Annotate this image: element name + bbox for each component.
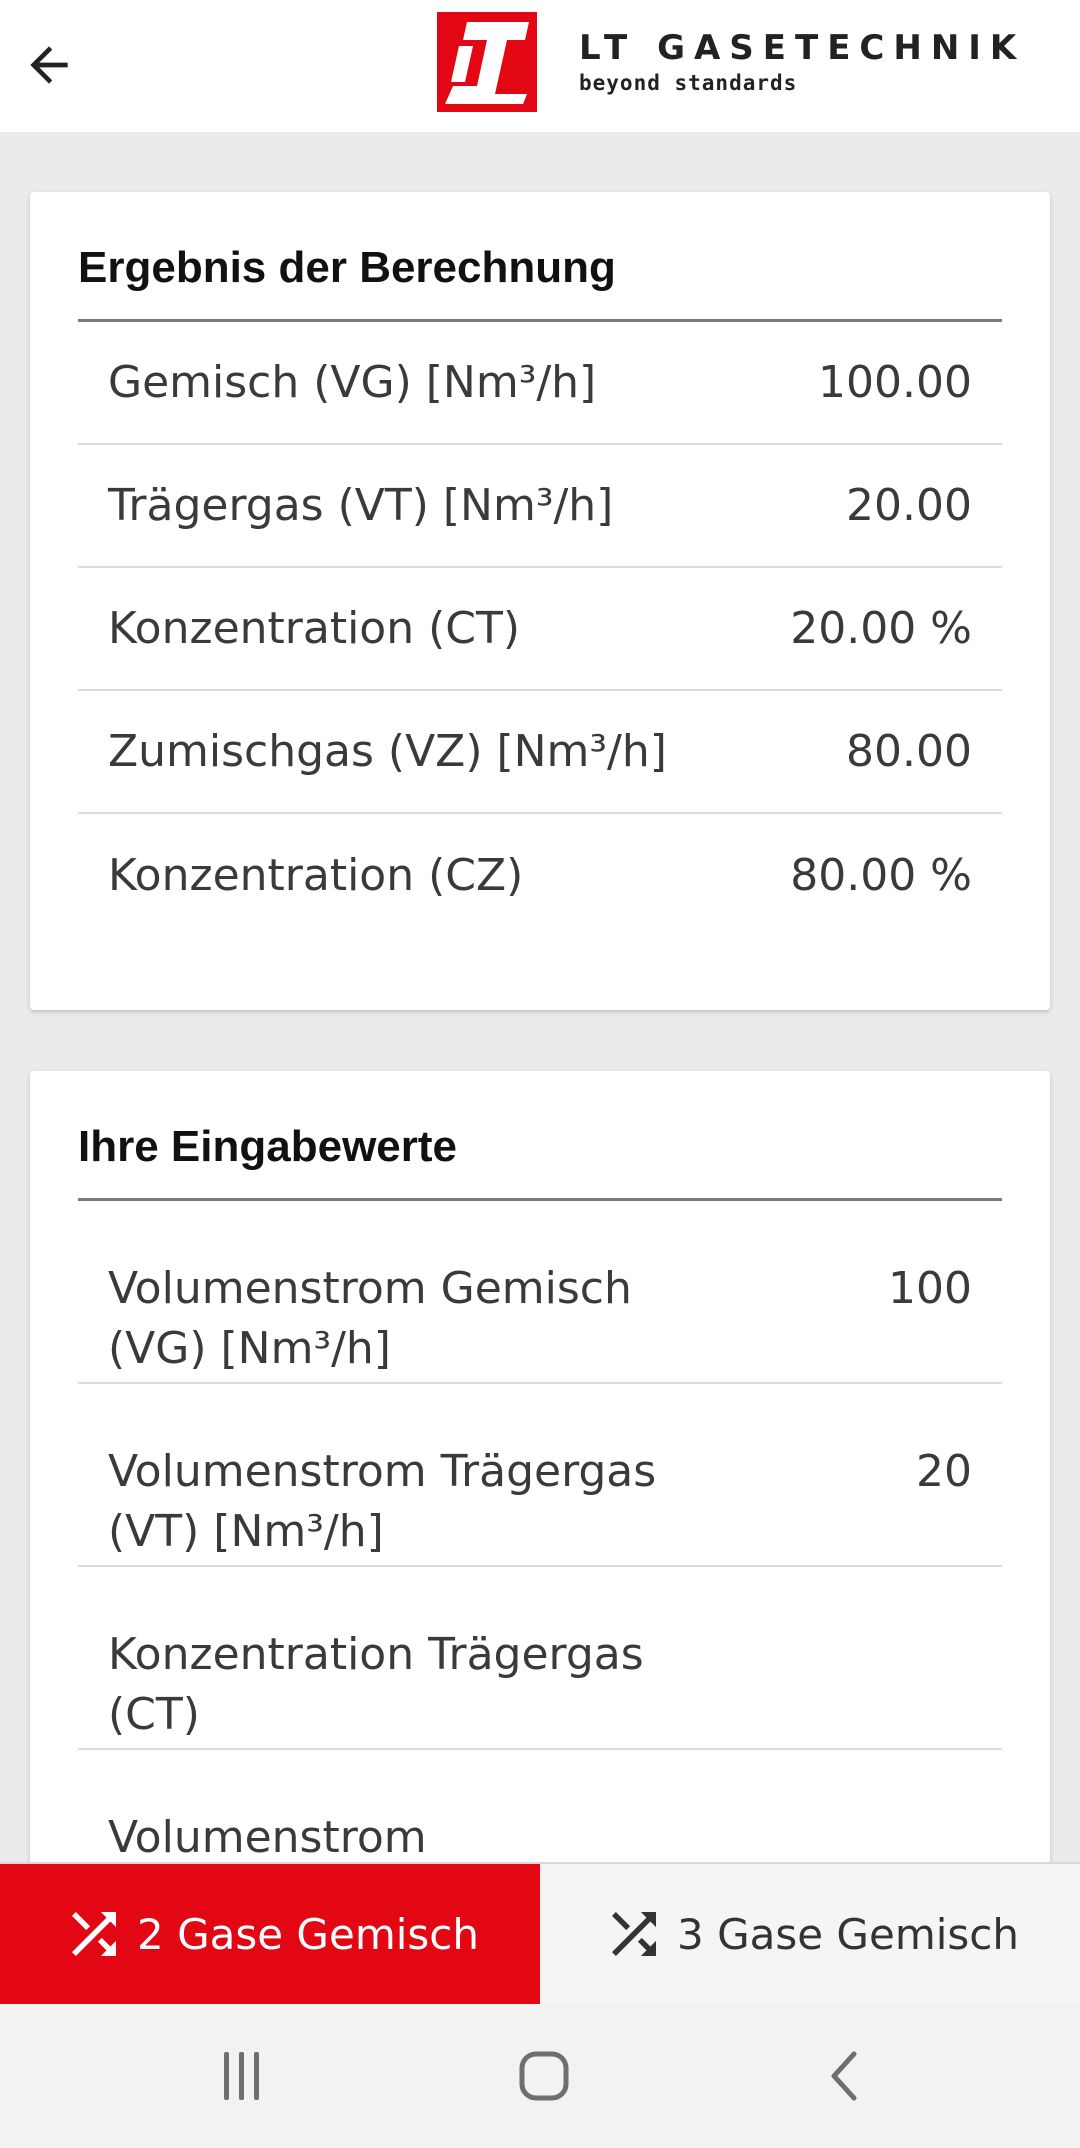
- input-label: Volumenstrom: [108, 1812, 427, 1863]
- results-title: Ergebnis der Berechnung: [78, 192, 1002, 322]
- input-label: Konzentration Trägergas (CT): [108, 1629, 644, 1740]
- input-label: Volumenstrom Trägergas (VT) [Nm³/h]: [108, 1446, 657, 1557]
- result-value: 20.00 %: [790, 603, 972, 654]
- result-row-konzentration-ct: Konzentration (CT) 20.00 %: [78, 568, 1002, 691]
- result-row-traegergas: Trägergas (VT) [Nm³/h] 20.00: [78, 445, 1002, 568]
- results-card: Ergebnis der Berechnung Gemisch (VG) [Nm…: [30, 192, 1050, 1010]
- result-row-konzentration-cz: Konzentration (CZ) 80.00 %: [78, 814, 1002, 937]
- inputs-title: Ihre Eingabewerte: [78, 1071, 1002, 1201]
- input-row-konzentration-traegergas: Konzentration Trägergas (CT): [78, 1567, 1002, 1750]
- back-button[interactable]: [14, 30, 84, 100]
- inputs-card: Ihre Eingabewerte Volumenstrom Gemisch (…: [30, 1071, 1050, 1871]
- input-value: 100: [888, 1263, 972, 1314]
- input-row-volumenstrom-traegergas: Volumenstrom Trägergas (VT) [Nm³/h] 20: [78, 1384, 1002, 1567]
- result-label: Konzentration (CT): [108, 603, 521, 654]
- result-value: 20.00: [846, 480, 972, 531]
- result-label: Konzentration (CZ): [108, 850, 524, 901]
- result-label: Trägergas (VT) [Nm³/h]: [108, 480, 614, 531]
- system-back-button[interactable]: [806, 2046, 886, 2106]
- home-icon: [519, 2051, 569, 2101]
- result-row-gemisch: Gemisch (VG) [Nm³/h] 100.00: [78, 322, 1002, 445]
- brand-text: LT GASETECHNIK beyond standards: [579, 28, 1025, 96]
- shuffle-icon: [601, 1901, 667, 1967]
- chevron-left-icon: [831, 2051, 857, 2101]
- recents-icon: [224, 2052, 259, 2100]
- app-header: LT GASETECHNIK beyond standards: [0, 0, 1080, 132]
- tab-label: 2 Gase Gemisch: [137, 1909, 479, 1959]
- arrow-left-icon: [30, 46, 68, 84]
- result-label: Zumischgas (VZ) [Nm³/h]: [108, 726, 667, 777]
- recents-button[interactable]: [202, 2046, 282, 2106]
- tab-3-gase-gemisch[interactable]: 3 Gase Gemisch: [540, 1864, 1080, 2004]
- shuffle-icon: [61, 1901, 127, 1967]
- bottom-tab-bar: 2 Gase Gemisch 3 Gase Gemisch: [0, 1862, 1080, 2004]
- result-value: 80.00 %: [790, 850, 972, 901]
- brand-name: LT GASETECHNIK: [579, 28, 1026, 68]
- tab-label: 3 Gase Gemisch: [677, 1909, 1019, 1959]
- brand-logo: [437, 12, 537, 112]
- input-value: 20: [916, 1446, 972, 1497]
- input-label: Volumenstrom Gemisch (VG) [Nm³/h]: [108, 1263, 632, 1374]
- home-button[interactable]: [504, 2046, 584, 2106]
- result-label: Gemisch (VG) [Nm³/h]: [108, 357, 597, 408]
- brand-logo-group: LT GASETECHNIK beyond standards: [437, 12, 1025, 112]
- result-value: 100.00: [818, 357, 972, 408]
- result-value: 80.00: [846, 726, 972, 777]
- tab-2-gase-gemisch[interactable]: 2 Gase Gemisch: [0, 1864, 540, 2004]
- brand-tagline: beyond standards: [579, 71, 798, 95]
- system-nav-bar: [0, 2004, 1080, 2148]
- input-row-volumenstrom-gemisch: Volumenstrom Gemisch (VG) [Nm³/h] 100: [78, 1201, 1002, 1384]
- result-row-zumischgas: Zumischgas (VZ) [Nm³/h] 80.00: [78, 691, 1002, 814]
